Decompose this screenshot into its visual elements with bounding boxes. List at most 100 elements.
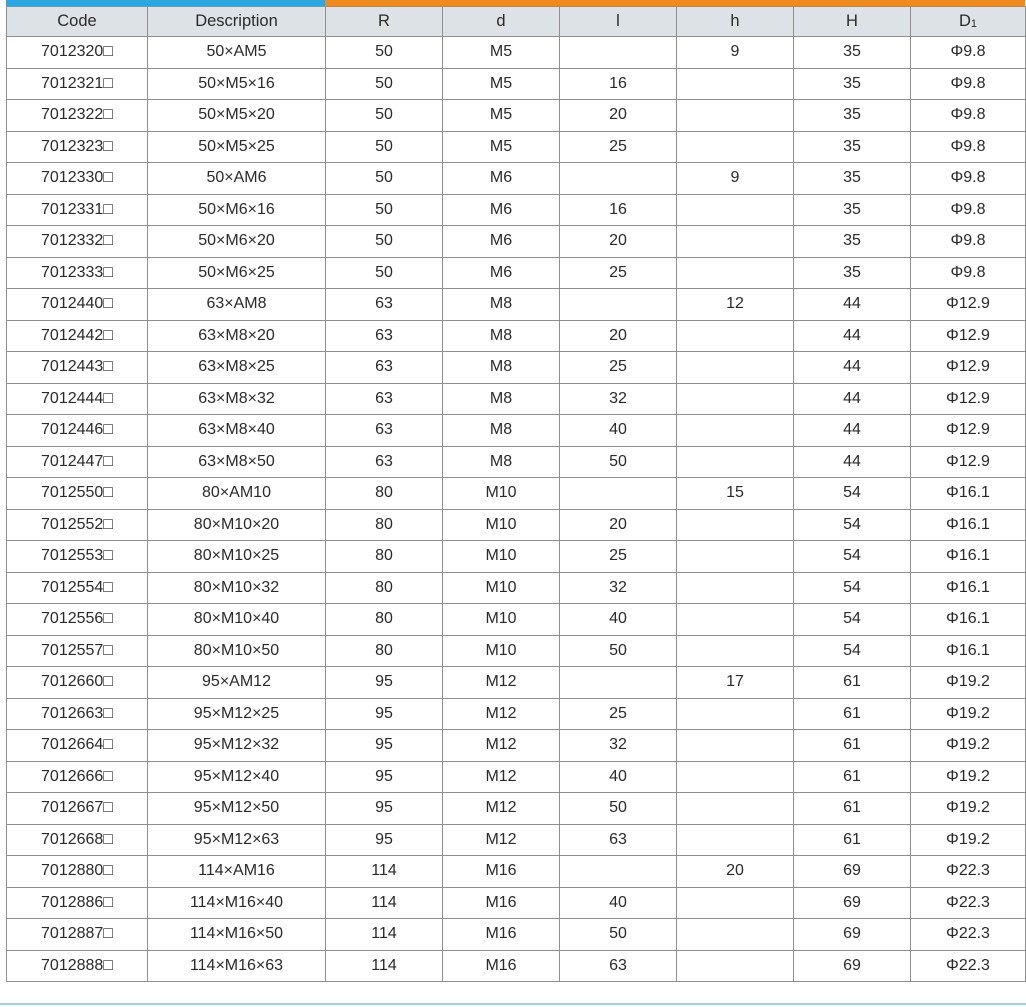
- cell-d1: Φ19.2: [910, 666, 1026, 699]
- header-h-large: H: [793, 6, 911, 37]
- header-description: Description: [147, 6, 326, 37]
- cell-code: 7012447□: [6, 445, 148, 478]
- cell-r: 50: [325, 36, 443, 69]
- table-row: 7012557□ 80×M10×50 80 M10 50 54 Φ16.1: [6, 634, 1026, 667]
- cell-r: 80: [325, 603, 443, 636]
- cell-h-small: [676, 445, 794, 478]
- cell-code: 7012333□: [6, 256, 148, 289]
- cell-r: 50: [325, 193, 443, 226]
- cell-h-large: 54: [793, 571, 911, 604]
- table-row: 7012668□ 95×M12×63 95 M12 63 61 Φ19.2: [6, 823, 1026, 856]
- cell-code: 7012667□: [6, 792, 148, 825]
- cell-h-large: 35: [793, 130, 911, 163]
- cell-d1: Φ12.9: [910, 414, 1026, 447]
- cell-description: 95×M12×63: [147, 823, 326, 856]
- accent-bar-blue: [6, 0, 325, 6]
- cell-d: M12: [442, 729, 560, 762]
- table-row: 7012330□ 50×AM6 50 M6 9 35 Φ9.8: [6, 162, 1026, 195]
- cell-d1: Φ12.9: [910, 288, 1026, 321]
- cell-h-small: [676, 225, 794, 258]
- cell-d1: Φ9.8: [910, 256, 1026, 289]
- cell-l: 25: [559, 256, 677, 289]
- cell-h-small: [676, 351, 794, 384]
- cell-h-large: 61: [793, 792, 911, 825]
- cell-r: 95: [325, 823, 443, 856]
- cell-code: 7012664□: [6, 729, 148, 762]
- cell-d: M12: [442, 666, 560, 699]
- cell-description: 114×M16×40: [147, 886, 326, 919]
- cell-l: 20: [559, 99, 677, 132]
- cell-d: M5: [442, 67, 560, 100]
- cell-d1: Φ12.9: [910, 445, 1026, 478]
- cell-d1: Φ9.8: [910, 99, 1026, 132]
- cell-r: 63: [325, 445, 443, 478]
- cell-l: 25: [559, 351, 677, 384]
- table-row: 7012660□ 95×AM12 95 M12 17 61 Φ19.2: [6, 666, 1026, 699]
- cell-d1: Φ9.8: [910, 67, 1026, 100]
- cell-r: 80: [325, 508, 443, 541]
- table-row: 7012887□ 114×M16×50 114 M16 50 69 Φ22.3: [6, 918, 1026, 951]
- cell-code: 7012663□: [6, 697, 148, 730]
- cell-h-large: 54: [793, 540, 911, 573]
- cell-d1: Φ19.2: [910, 760, 1026, 793]
- cell-r: 80: [325, 477, 443, 510]
- cell-d1: Φ19.2: [910, 697, 1026, 730]
- cell-h-small: 17: [676, 666, 794, 699]
- cell-h-large: 61: [793, 729, 911, 762]
- cell-description: 63×M8×25: [147, 351, 326, 384]
- cell-code: 7012660□: [6, 666, 148, 699]
- cell-l: 25: [559, 697, 677, 730]
- cell-h-large: 54: [793, 634, 911, 667]
- cell-h-large: 54: [793, 508, 911, 541]
- table-row: 7012666□ 95×M12×40 95 M12 40 61 Φ19.2: [6, 760, 1026, 793]
- cell-h-large: 35: [793, 225, 911, 258]
- cell-description: 80×M10×25: [147, 540, 326, 573]
- table-row: 7012320□ 50×AM5 50 M5 9 35 Φ9.8: [6, 36, 1026, 69]
- cell-r: 63: [325, 382, 443, 415]
- table-row: 7012322□ 50×M5×20 50 M5 20 35 Φ9.8: [6, 99, 1026, 132]
- cell-code: 7012668□: [6, 823, 148, 856]
- cell-d: M8: [442, 414, 560, 447]
- cell-h-small: [676, 792, 794, 825]
- cell-d1: Φ12.9: [910, 382, 1026, 415]
- cell-l: [559, 477, 677, 510]
- cell-h-small: 12: [676, 288, 794, 321]
- cell-d: M12: [442, 823, 560, 856]
- cell-d1: Φ22.3: [910, 918, 1026, 951]
- table-row: 7012886□ 114×M16×40 114 M16 40 69 Φ22.3: [6, 886, 1026, 919]
- cell-r: 63: [325, 288, 443, 321]
- cell-d: M12: [442, 792, 560, 825]
- cell-d1: Φ9.8: [910, 130, 1026, 163]
- cell-d1: Φ12.9: [910, 319, 1026, 352]
- cell-l: 40: [559, 603, 677, 636]
- cell-description: 50×M5×20: [147, 99, 326, 132]
- cell-r: 114: [325, 855, 443, 888]
- cell-code: 7012330□: [6, 162, 148, 195]
- cell-r: 50: [325, 162, 443, 195]
- header-d1: D1: [910, 6, 1026, 37]
- header-accent-bar: [6, 0, 1025, 6]
- cell-d: M8: [442, 288, 560, 321]
- cell-d1: Φ16.1: [910, 603, 1026, 636]
- cell-r: 80: [325, 571, 443, 604]
- cell-description: 114×M16×50: [147, 918, 326, 951]
- cell-code: 7012666□: [6, 760, 148, 793]
- header-h-small: h: [676, 6, 794, 37]
- cell-h-large: 44: [793, 445, 911, 478]
- cell-h-small: 9: [676, 162, 794, 195]
- table-row: 7012447□ 63×M8×50 63 M8 50 44 Φ12.9: [6, 445, 1026, 478]
- cell-description: 63×M8×20: [147, 319, 326, 352]
- cell-h-large: 61: [793, 697, 911, 730]
- cell-description: 50×M6×20: [147, 225, 326, 258]
- cell-h-large: 35: [793, 36, 911, 69]
- cell-code: 7012323□: [6, 130, 148, 163]
- table-row: 7012554□ 80×M10×32 80 M10 32 54 Φ16.1: [6, 571, 1026, 604]
- cell-l: 40: [559, 886, 677, 919]
- cell-code: 7012886□: [6, 886, 148, 919]
- header-d: d: [442, 6, 560, 37]
- cell-h-small: 20: [676, 855, 794, 888]
- cell-description: 95×AM12: [147, 666, 326, 699]
- cell-h-small: [676, 571, 794, 604]
- cell-d1: Φ19.2: [910, 729, 1026, 762]
- table-header-row: Code Description R d l h H D1: [6, 6, 1026, 37]
